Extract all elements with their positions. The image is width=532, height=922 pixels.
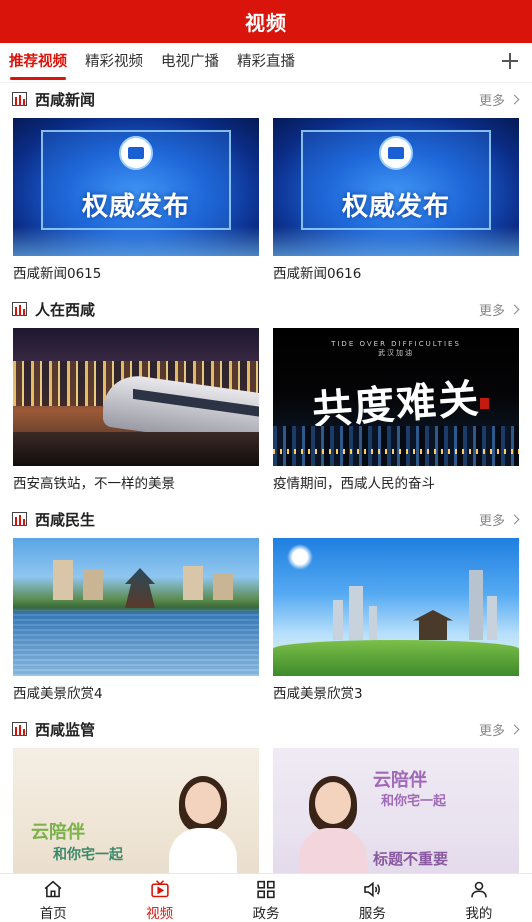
more-label: 更多 (478, 93, 505, 109)
thumbnail-subtext: 和你宅一起 (381, 794, 447, 809)
home-icon (44, 880, 62, 898)
section-title: 西咸监管 (35, 720, 96, 739)
thumbnail-subtext: 和你宅一起 (53, 847, 123, 863)
video-title[interactable]: 西咸新闻0615 (13, 262, 259, 282)
nav-label: 首页 (39, 906, 67, 922)
video-title[interactable]: 西安高铁站，不一样的美景 (13, 472, 259, 492)
video-card[interactable]: 云陪伴 和你宅一起 标题不重要 (273, 748, 519, 873)
page-title: 视频 (245, 11, 287, 35)
thumbnail-text: 云陪伴 (31, 822, 85, 843)
video-title[interactable]: 西咸美景欣赏4 (13, 682, 259, 702)
tab-featured-video[interactable]: 精彩视频 (85, 43, 143, 83)
nav-label: 政务 (252, 906, 280, 922)
video-feed[interactable]: 西咸新闻 更多 权威发布 西咸新闻0615 权威发布 西咸新闻0616 人在西咸… (0, 83, 532, 873)
video-thumbnail[interactable]: 云陪伴 和你宅一起 标题不重要 (273, 748, 519, 873)
chevron-right-icon (509, 94, 520, 104)
section-livelihood: 西咸民生 更多 西咸美景欣赏4 西咸美景欣赏3 (0, 503, 532, 713)
speaker-icon (364, 881, 381, 898)
thumbnail-text: 权威发布 (341, 192, 450, 222)
video-title[interactable]: 西咸新闻0616 (273, 262, 519, 282)
add-tab-icon[interactable] (498, 49, 522, 73)
nav-label: 视频 (146, 906, 174, 922)
section-logo-icon (12, 722, 27, 736)
video-thumbnail[interactable] (13, 538, 259, 676)
section-header: 西咸民生 更多 (0, 503, 532, 535)
video-card[interactable]: 权威发布 西咸新闻0615 (13, 118, 259, 282)
tab-recommended-video[interactable]: 推荐视频 (9, 43, 67, 83)
host-portrait (163, 776, 243, 873)
section-header: 西咸新闻 更多 (0, 83, 532, 115)
section-header: 西咸监管 更多 (0, 713, 532, 745)
video-thumbnail[interactable]: 权威发布 (13, 118, 259, 256)
video-card[interactable]: 权威发布 西咸新闻0616 (273, 118, 519, 282)
more-link[interactable]: 更多 (478, 90, 520, 109)
section-logo-icon (12, 512, 27, 526)
thumbnail-english-text: TIDE OVER DIFFICULTIES 武汉加油 (331, 340, 461, 357)
section-people-in-xixian: 人在西咸 更多 西安高铁站，不一样的美景 TIDE OVER DIFFICULT… (0, 293, 532, 503)
app-header: 视频 (0, 0, 532, 43)
section-title: 西咸民生 (35, 510, 96, 529)
section-title: 西咸新闻 (35, 90, 96, 109)
chevron-right-icon (509, 724, 520, 734)
video-title[interactable]: 疫情期间，西咸人民的奋斗 (273, 472, 519, 492)
video-thumbnail[interactable] (273, 538, 519, 676)
video-icon (150, 880, 169, 898)
more-label: 更多 (478, 303, 505, 319)
more-link[interactable]: 更多 (478, 300, 520, 319)
chevron-right-icon (509, 514, 520, 524)
section-xixian-news: 西咸新闻 更多 权威发布 西咸新闻0615 权威发布 西咸新闻0616 (0, 83, 532, 293)
section-logo-icon (12, 302, 27, 316)
video-card[interactable]: 云陪伴 和你宅一起 (13, 748, 259, 873)
video-thumbnail[interactable]: TIDE OVER DIFFICULTIES 武汉加油 共度难关 (273, 328, 519, 466)
nav-government[interactable]: 政务 (213, 874, 319, 922)
user-icon (471, 881, 487, 898)
host-portrait (293, 776, 373, 873)
section-title: 人在西咸 (35, 300, 96, 319)
bottom-nav: 首页 视频 政务 服务 我的 (0, 873, 532, 922)
video-card[interactable]: 西咸美景欣赏3 (273, 538, 519, 702)
video-thumbnail[interactable] (13, 328, 259, 466)
nav-video[interactable]: 视频 (106, 874, 212, 922)
nav-label: 服务 (358, 906, 386, 922)
station-logo-icon (379, 136, 413, 170)
tab-tv-broadcast[interactable]: 电视广播 (161, 43, 219, 83)
video-title[interactable]: 西咸美景欣赏3 (273, 682, 519, 702)
thumbnail-text: 权威发布 (81, 192, 190, 222)
video-card[interactable]: 西安高铁站，不一样的美景 (13, 328, 259, 492)
nav-service[interactable]: 服务 (319, 874, 425, 922)
nav-home[interactable]: 首页 (0, 874, 106, 922)
video-thumbnail[interactable]: 权威发布 (273, 118, 519, 256)
thumbnail-text: 云陪伴 (373, 770, 427, 791)
more-link[interactable]: 更多 (478, 510, 520, 529)
video-card[interactable]: TIDE OVER DIFFICULTIES 武汉加油 共度难关 疫情期间，西咸人… (273, 328, 519, 492)
more-label: 更多 (478, 513, 505, 529)
category-tabs: 推荐视频 精彩视频 电视广播 精彩直播 (0, 43, 532, 83)
thumbnail-extra-text: 标题不重要 (373, 850, 449, 868)
tab-featured-live[interactable]: 精彩直播 (237, 43, 295, 83)
station-logo-icon (119, 136, 153, 170)
video-card[interactable]: 西咸美景欣赏4 (13, 538, 259, 702)
video-thumbnail[interactable]: 云陪伴 和你宅一起 (13, 748, 259, 873)
seal-icon (480, 398, 489, 409)
section-supervision: 西咸监管 更多 云陪伴 和你宅一起 云陪伴 和你宅一起 标题不重要 (0, 713, 532, 873)
nav-label: 我的 (465, 906, 493, 922)
grid-icon (257, 880, 275, 899)
more-label: 更多 (478, 723, 505, 739)
chevron-right-icon (509, 304, 520, 314)
nav-profile[interactable]: 我的 (426, 874, 532, 922)
more-link[interactable]: 更多 (478, 720, 520, 739)
section-header: 人在西咸 更多 (0, 293, 532, 325)
section-logo-icon (12, 92, 27, 106)
